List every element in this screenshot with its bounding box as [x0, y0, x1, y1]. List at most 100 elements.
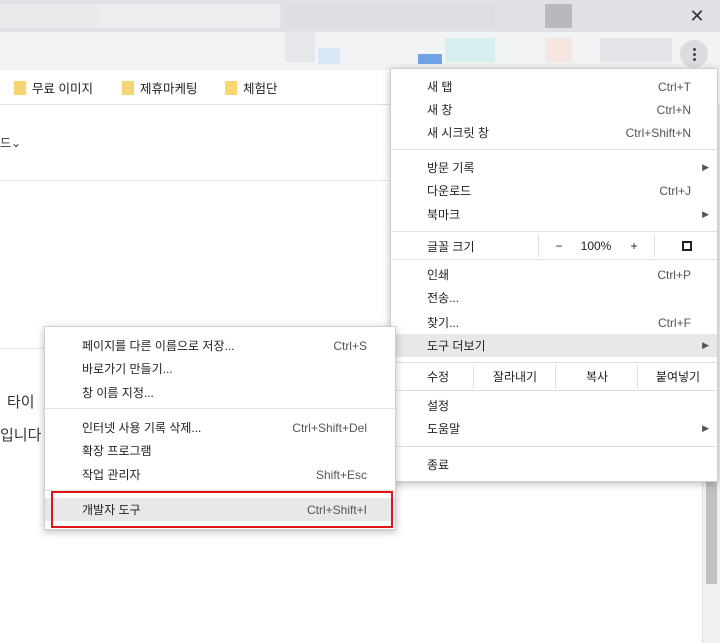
submenu-arrow-icon: ▶ [702, 209, 709, 219]
zoom-out-button[interactable]: − [538, 234, 579, 257]
page-fragment: 입니다 [0, 427, 42, 444]
paste-label: 붙여넣기 [655, 370, 701, 384]
menu-edit-row: 수정 잘라내기 복사 붙여넣기 [391, 365, 717, 388]
menu-item-settings[interactable]: 설정 [391, 394, 717, 417]
menu-item-label: 수정 [427, 370, 450, 384]
menu-item-bookmarks[interactable]: 북마크 ▶ [391, 203, 717, 226]
chrome-main-menu: 새 탭 Ctrl+T 새 창 Ctrl+N 새 시크릿 창 Ctrl+Shift… [390, 68, 718, 482]
folder-icon [14, 80, 26, 95]
close-window-button[interactable]: ✕ [674, 0, 720, 32]
menu-separator [391, 231, 717, 232]
paste-button[interactable]: 붙여넣기 [637, 365, 718, 388]
menu-item-label: 북마크 [427, 208, 461, 222]
menu-item-downloads[interactable]: 다운로드 Ctrl+J [391, 179, 717, 202]
menu-item-find[interactable]: 찾기... Ctrl+F [391, 311, 717, 334]
menu-item-shortcut: Ctrl+J [659, 183, 691, 198]
menu-item-label: 인터넷 사용 기록 삭제... [82, 421, 202, 435]
menu-item-exit[interactable]: 종료 [391, 453, 717, 476]
menu-separator [45, 408, 395, 409]
menu-item-label: 새 시크릿 창 [427, 126, 489, 140]
menu-item-new-tab[interactable]: 새 탭 Ctrl+T [391, 75, 717, 98]
menu-item-label: 다운로드 [427, 184, 472, 198]
menu-item-label: 바로가기 만들기... [82, 362, 173, 376]
menu-item-shortcut: Shift+Esc [315, 467, 367, 482]
menu-item-label: 확장 프로그램 [82, 444, 152, 458]
fullscreen-icon [681, 240, 692, 251]
menu-separator [391, 390, 717, 391]
page-fragment: 타이 [7, 394, 35, 411]
menu-item-more-tools[interactable]: 도구 더보기 ▶ [391, 334, 717, 357]
submenu-item-save-page[interactable]: 페이지를 다른 이름으로 저장... Ctrl+S [45, 334, 395, 357]
submenu-item-extensions[interactable]: 확장 프로그램 [45, 439, 395, 462]
menu-item-shortcut: Ctrl+Shift+Del [292, 420, 367, 435]
blurred-extension [445, 38, 495, 62]
zoom-level: 100% [578, 234, 614, 257]
more-tools-submenu: 페이지를 다른 이름으로 저장... Ctrl+S 바로가기 만들기... 창 … [44, 326, 396, 530]
blurred-tab [0, 4, 100, 28]
menu-item-shortcut: Ctrl+S [333, 338, 367, 353]
menu-separator [391, 362, 717, 363]
chrome-menu-button[interactable] [680, 40, 708, 68]
zoom-value: 100% [580, 238, 612, 253]
menu-separator [45, 490, 395, 491]
bookmark-folder-affiliate[interactable]: 제휴마케팅 [122, 78, 198, 97]
menu-separator [391, 149, 717, 150]
zoom-in-button[interactable]: + [614, 234, 654, 257]
bookmark-label: 무료 이미지 [32, 82, 93, 96]
menu-item-shortcut: Ctrl+N [656, 102, 691, 117]
menu-item-label: 새 탭 [427, 80, 453, 94]
blurred-extension [318, 48, 340, 64]
cut-label: 잘라내기 [492, 370, 538, 384]
menu-item-help[interactable]: 도움말 ▶ [391, 417, 717, 440]
submenu-item-name-window[interactable]: 창 이름 지정... [45, 381, 395, 404]
folder-icon [225, 80, 237, 95]
title-bar: ✕ [0, 0, 720, 32]
menu-separator [391, 259, 717, 260]
menu-item-cast[interactable]: 전송... [391, 286, 717, 309]
bookmark-folder-experience[interactable]: 체험단 [225, 78, 278, 97]
blurred-tab [285, 4, 495, 28]
menu-item-label: 인쇄 [427, 268, 450, 282]
minus-icon: − [555, 238, 563, 253]
menu-item-history[interactable]: 방문 기록 ▶ [391, 156, 717, 179]
page-fragment[interactable]: 드⌄ [0, 134, 21, 151]
blurred-extension [418, 54, 442, 64]
submenu-arrow-icon: ▶ [702, 340, 709, 350]
menu-item-label: 작업 관리자 [82, 468, 141, 482]
submenu-item-developer-tools[interactable]: 개발자 도구 Ctrl+Shift+I [45, 498, 395, 521]
blurred-extension [545, 38, 572, 62]
copy-label: 복사 [585, 370, 609, 384]
submenu-item-task-manager[interactable]: 작업 관리자 Shift+Esc [45, 463, 395, 486]
blurred-extension [285, 32, 315, 62]
plus-icon: + [630, 238, 638, 253]
menu-item-label: 도구 더보기 [427, 339, 486, 353]
blurred-tab [545, 4, 572, 28]
menu-item-label: 설정 [427, 399, 450, 413]
menu-item-shortcut: Ctrl+Shift+I [306, 502, 367, 517]
close-icon: ✕ [689, 5, 705, 26]
fullscreen-button[interactable] [654, 234, 718, 257]
cut-button[interactable]: 잘라내기 [473, 365, 556, 388]
menu-item-shortcut: Ctrl+Shift+N [625, 125, 691, 140]
menu-item-shortcut: Ctrl+F [658, 315, 691, 330]
bookmark-label: 제휴마케팅 [140, 82, 198, 96]
menu-item-new-window[interactable]: 새 창 Ctrl+N [391, 98, 717, 121]
submenu-item-clear-browsing-data[interactable]: 인터넷 사용 기록 삭제... Ctrl+Shift+Del [45, 416, 395, 439]
submenu-item-create-shortcut[interactable]: 바로가기 만들기... [45, 357, 395, 380]
menu-item-label: 전송... [427, 291, 460, 305]
divider [0, 180, 390, 181]
menu-item-shortcut: Ctrl+P [657, 267, 691, 282]
bookmark-folder-free-images[interactable]: 무료 이미지 [14, 78, 93, 97]
copy-button[interactable]: 복사 [555, 365, 638, 388]
submenu-arrow-icon: ▶ [702, 423, 709, 433]
bookmark-label: 체험단 [243, 82, 278, 96]
menu-item-label: 창 이름 지정... [82, 386, 154, 400]
menu-item-label: 종료 [427, 458, 450, 472]
blurred-extension [600, 38, 672, 62]
menu-item-print[interactable]: 인쇄 Ctrl+P [391, 263, 717, 286]
menu-item-label: 방문 기록 [427, 161, 475, 175]
menu-item-new-incognito[interactable]: 새 시크릿 창 Ctrl+Shift+N [391, 121, 717, 144]
folder-icon [122, 80, 134, 95]
menu-item-label: 개발자 도구 [82, 503, 141, 517]
menu-item-label: 새 창 [427, 103, 453, 117]
